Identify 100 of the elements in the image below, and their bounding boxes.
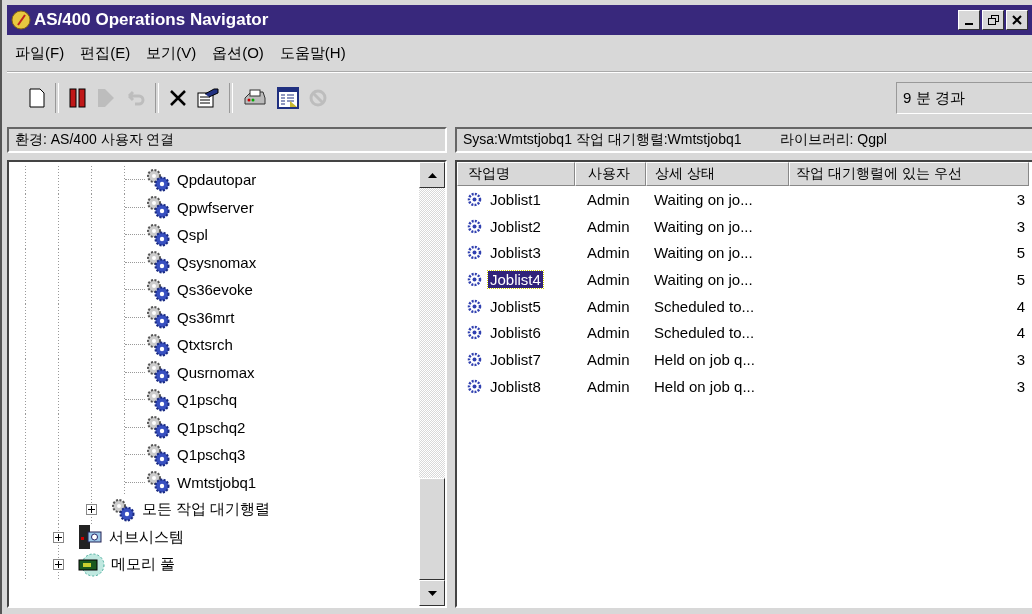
job-name[interactable]: Joblist6 xyxy=(488,324,543,342)
close-button[interactable] xyxy=(1006,10,1028,30)
scroll-thumb[interactable] xyxy=(419,478,445,580)
expand-toggle[interactable] xyxy=(53,559,64,571)
library-label: 라이브러리: Qgpl xyxy=(779,131,887,149)
window-title: AS/400 Operations Navigator xyxy=(34,10,270,30)
expand-toggle[interactable] xyxy=(86,504,97,516)
column-header[interactable]: 상세 상태 xyxy=(646,162,789,186)
expand-toggle[interactable] xyxy=(53,531,64,543)
scrollbar[interactable] xyxy=(419,162,445,606)
gear-icon xyxy=(467,191,482,207)
table-cell-text: Admin xyxy=(586,217,631,235)
reply-arrow-icon xyxy=(125,88,145,108)
memory-chip-icon xyxy=(77,551,105,578)
path-label: Sysa:Wmtstjobq1 작업 대기행렬:Wmtstjobq1 xyxy=(463,131,742,149)
tree-item[interactable]: 모든 작업 대기행렬 xyxy=(142,500,271,520)
column-header[interactable]: 사용자 xyxy=(575,162,646,186)
table-cell-text: Admin xyxy=(586,350,631,368)
gear-icon xyxy=(467,351,482,367)
gears-icon xyxy=(145,166,171,193)
page-icon xyxy=(29,88,45,108)
no-entry-icon xyxy=(309,89,327,107)
environment-label: 환경: AS/400 사용자 연결 xyxy=(7,127,447,153)
tree-item[interactable]: Qtxtsrch xyxy=(177,336,233,354)
plus-icon xyxy=(88,506,95,514)
minimize-icon xyxy=(965,23,973,25)
table-cell-text: Scheduled to... xyxy=(653,297,756,315)
list-window-icon xyxy=(277,87,299,109)
plus-icon xyxy=(55,561,62,569)
down-arrow-icon xyxy=(427,590,437,596)
gears-icon xyxy=(145,249,171,276)
tree-item[interactable]: Q1pschq xyxy=(177,391,238,409)
menu-item[interactable]: 도움말(H) xyxy=(279,43,346,63)
job-name[interactable]: Joblist4 xyxy=(488,270,543,288)
gears-icon xyxy=(145,221,171,248)
job-name[interactable]: Joblist2 xyxy=(488,217,543,235)
gears-icon xyxy=(145,414,171,441)
tree-item[interactable]: Qs36mrt xyxy=(177,308,235,326)
menu-item[interactable]: 보기(V) xyxy=(146,43,197,63)
table-cell-text: Waiting on jo... xyxy=(653,190,754,208)
tree-item[interactable]: 서브시스템 xyxy=(109,527,184,547)
restore-icon xyxy=(987,15,999,25)
table-cell-text: 5 xyxy=(1015,244,1026,262)
table-cell-text: 3 xyxy=(1015,350,1026,368)
tree-item[interactable]: Qs36evoke xyxy=(177,281,253,299)
tree-item[interactable]: Wmtstjobq1 xyxy=(177,473,257,491)
gears-icon xyxy=(145,386,171,413)
table-cell-text: Admin xyxy=(586,297,631,315)
column-header[interactable]: 작업명 xyxy=(457,162,575,186)
table-cell-text: 5 xyxy=(1015,270,1026,288)
table-cell-text: Scheduled to... xyxy=(653,324,756,342)
gear-icon xyxy=(467,271,482,287)
play-icon xyxy=(97,88,115,108)
restore-button[interactable] xyxy=(982,10,1004,30)
scroll-down-button[interactable] xyxy=(419,580,445,606)
column-header[interactable]: 작업 대기행렬에 있는 우선 xyxy=(789,162,1029,186)
table-cell-text: 3 xyxy=(1015,217,1026,235)
gears-icon xyxy=(145,331,171,358)
job-name[interactable]: Joblist7 xyxy=(488,350,543,368)
properties-icon xyxy=(197,88,219,108)
plus-icon xyxy=(55,533,62,541)
menu-item[interactable]: 옵션(O) xyxy=(212,43,264,63)
delete-icon xyxy=(169,89,187,107)
job-name[interactable]: Joblist3 xyxy=(488,244,543,262)
table-cell-text: 3 xyxy=(1015,190,1026,208)
table-cell-text: Waiting on jo... xyxy=(653,217,754,235)
table-cell-text: Held on job q... xyxy=(653,377,756,395)
menu-item[interactable]: 편집(E) xyxy=(80,43,131,63)
gear-icon xyxy=(467,298,482,314)
scroll-up-button[interactable] xyxy=(419,162,445,188)
tree-item[interactable]: Q1pschq2 xyxy=(177,418,246,436)
table-cell-text: Held on job q... xyxy=(653,350,756,368)
tree-item[interactable]: 메모리 풀 xyxy=(111,555,176,575)
tree-item[interactable]: Qpwfserver xyxy=(177,198,254,216)
table-cell-text: Admin xyxy=(586,190,631,208)
close-icon xyxy=(1012,15,1022,25)
table-cell-text: Waiting on jo... xyxy=(653,244,754,262)
tree-item[interactable]: Qusrnomax xyxy=(177,363,255,381)
gears-icon xyxy=(145,304,171,331)
gears-icon xyxy=(145,441,171,468)
tree-item[interactable]: Qpdautopar xyxy=(177,171,257,189)
gear-icon xyxy=(467,218,482,234)
gear-icon xyxy=(467,325,482,341)
printer-icon xyxy=(243,88,267,108)
job-name[interactable]: Joblist8 xyxy=(488,377,543,395)
minimize-button[interactable] xyxy=(958,10,980,30)
tree-item[interactable]: Qsysnomax xyxy=(177,253,257,271)
tree-item[interactable]: Q1pschq3 xyxy=(177,446,246,464)
table-cell-text: Waiting on jo... xyxy=(653,270,754,288)
menu-item[interactable]: 파일(F) xyxy=(15,43,65,63)
table-cell-text: Admin xyxy=(586,244,631,262)
job-name[interactable]: Joblist5 xyxy=(488,297,543,315)
gear-icon xyxy=(467,378,482,394)
gears-icon xyxy=(145,194,171,221)
up-arrow-icon xyxy=(427,172,437,178)
job-name[interactable]: Joblist1 xyxy=(488,190,543,208)
elapsed-time: 9 분 경과 xyxy=(896,82,1032,114)
tree-item[interactable]: Qspl xyxy=(177,226,208,244)
pause-icon xyxy=(69,88,87,108)
gears-icon xyxy=(145,276,171,303)
